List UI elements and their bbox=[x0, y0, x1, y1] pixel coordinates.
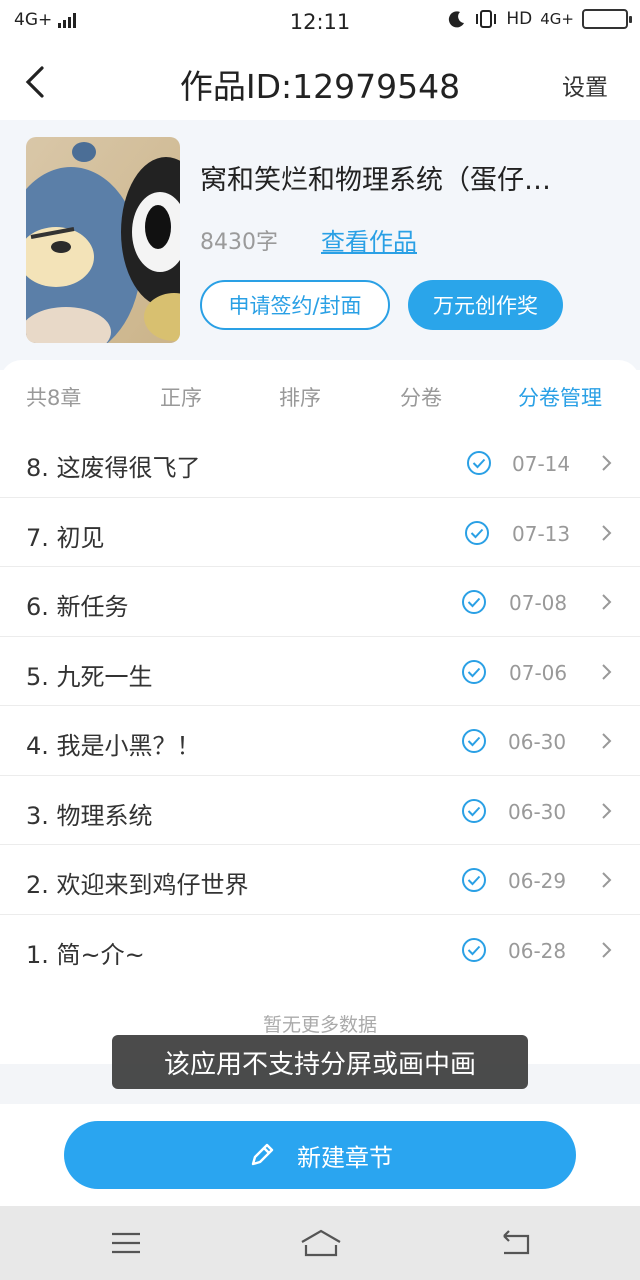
status-right: HD 4G+ bbox=[448, 9, 632, 29]
chapter-title: 2. 欢迎来到鸡仔世界 bbox=[26, 871, 249, 899]
new-chapter-label: 新建章节 bbox=[297, 1143, 393, 1172]
chevron-right-icon bbox=[602, 733, 612, 749]
system-nav-bar bbox=[0, 1206, 640, 1280]
vibrate-icon bbox=[476, 10, 497, 28]
chevron-right-icon bbox=[602, 872, 612, 888]
chapter-title: 8. 这废得很飞了 bbox=[26, 454, 201, 482]
chevron-right-icon bbox=[602, 455, 612, 471]
chapter-date: 06-30 bbox=[508, 799, 567, 824]
chapter-title: 6. 新任务 bbox=[26, 593, 129, 621]
published-check-icon bbox=[462, 659, 486, 684]
chapter-row[interactable]: 4. 我是小黑？！ 06-30 bbox=[0, 706, 640, 776]
pencil-icon bbox=[251, 1143, 274, 1166]
published-check-icon bbox=[462, 937, 486, 962]
chevron-right-icon bbox=[602, 524, 612, 541]
chevron-right-icon bbox=[602, 594, 612, 610]
chapter-date: 06-29 bbox=[508, 869, 567, 893]
chapter-date: 06-30 bbox=[508, 730, 567, 754]
chevron-right-icon bbox=[602, 802, 612, 819]
chapter-title: 1. 简~介~ bbox=[26, 940, 145, 969]
tab-ascending[interactable]: 正序 bbox=[160, 382, 202, 412]
published-check-icon bbox=[467, 451, 491, 475]
word-count: 8430字 bbox=[200, 230, 278, 255]
split-screen-toast: 该应用不支持分屏或画中画 bbox=[112, 1035, 528, 1089]
home-nav-button[interactable] bbox=[298, 1228, 344, 1258]
page-title: 作品ID:12979548 bbox=[179, 67, 461, 106]
chapter-row[interactable]: 2. 欢迎来到鸡仔世界 06-29 bbox=[0, 845, 640, 915]
hd-label: HD bbox=[506, 9, 533, 29]
tab-sort[interactable]: 排序 bbox=[279, 382, 321, 412]
chapter-date: 07-08 bbox=[509, 591, 568, 615]
published-check-icon bbox=[462, 798, 486, 823]
chapter-row[interactable]: 6. 新任务 07-08 bbox=[0, 567, 640, 637]
chevron-right-icon bbox=[602, 941, 612, 958]
chapter-row[interactable]: 1. 简~介~ 06-28 bbox=[0, 915, 640, 985]
work-cover-image[interactable] bbox=[26, 137, 180, 343]
chapter-row[interactable]: 3. 物理系统 06-30 bbox=[0, 776, 640, 845]
menu-icon bbox=[112, 1232, 140, 1254]
chapter-title: 3. 物理系统 bbox=[26, 801, 153, 830]
chapter-date: 07-13 bbox=[512, 521, 571, 546]
chapter-title: 7. 初见 bbox=[26, 523, 105, 552]
return-icon bbox=[503, 1230, 530, 1255]
back-nav-button[interactable] bbox=[496, 1228, 536, 1258]
chapter-row[interactable]: 8. 这废得很飞了 07-14 bbox=[0, 428, 640, 498]
chapter-title: 5. 九死一生 bbox=[26, 662, 153, 691]
status-bar: 4G+ 12:11 HD 4G+ bbox=[0, 0, 640, 44]
menu-nav-button[interactable] bbox=[106, 1228, 146, 1258]
moon-icon bbox=[449, 11, 465, 28]
chapter-title: 4. 我是小黑？！ bbox=[26, 732, 201, 760]
tab-volume-management[interactable]: 分卷管理 bbox=[518, 382, 602, 412]
view-work-link[interactable]: 查看作品 bbox=[321, 222, 417, 257]
published-check-icon bbox=[465, 520, 489, 545]
published-check-icon bbox=[462, 868, 486, 892]
cover-illustration bbox=[26, 137, 180, 343]
work-info-card: 窝和笑烂和物理系统（蛋仔… 8430字 查看作品 申请签约/封面 万元创作奖 bbox=[0, 120, 640, 370]
published-check-icon bbox=[462, 590, 486, 614]
chapter-row[interactable]: 5. 九死一生 07-06 bbox=[0, 637, 640, 706]
battery-icon bbox=[582, 9, 632, 29]
chapter-date: 07-06 bbox=[509, 660, 568, 685]
no-more-data-label: 暂无更多数据 bbox=[262, 1014, 377, 1036]
chevron-right-icon bbox=[602, 663, 612, 680]
app-header: 作品ID:12979548 设置 bbox=[0, 44, 640, 120]
settings-button[interactable]: 设置 bbox=[562, 68, 608, 102]
chapter-row[interactable]: 7. 初见 07-13 bbox=[0, 498, 640, 567]
published-check-icon bbox=[462, 729, 486, 753]
network-label-right: 4G+ bbox=[540, 10, 574, 28]
chapter-list: 8. 这废得很飞了 07-14 7. 初见 07-13 6. 新任务 07-08… bbox=[0, 428, 640, 984]
tab-volumes[interactable]: 分卷 bbox=[400, 382, 442, 412]
home-icon bbox=[301, 1229, 341, 1257]
creation-award-button[interactable]: 万元创作奖 bbox=[408, 280, 563, 330]
chapter-toolbar: 共8章 正序 排序 分卷 分卷管理 bbox=[0, 360, 640, 430]
new-chapter-button[interactable]: 新建章节 bbox=[64, 1121, 576, 1189]
chapter-count-label: 共8章 bbox=[26, 386, 82, 410]
apply-sign-cover-button[interactable]: 申请签约/封面 bbox=[200, 280, 390, 330]
work-title: 窝和笑烂和物理系统（蛋仔… bbox=[200, 165, 551, 196]
chapter-date: 06-28 bbox=[508, 938, 567, 963]
chapter-date: 07-14 bbox=[512, 452, 571, 476]
